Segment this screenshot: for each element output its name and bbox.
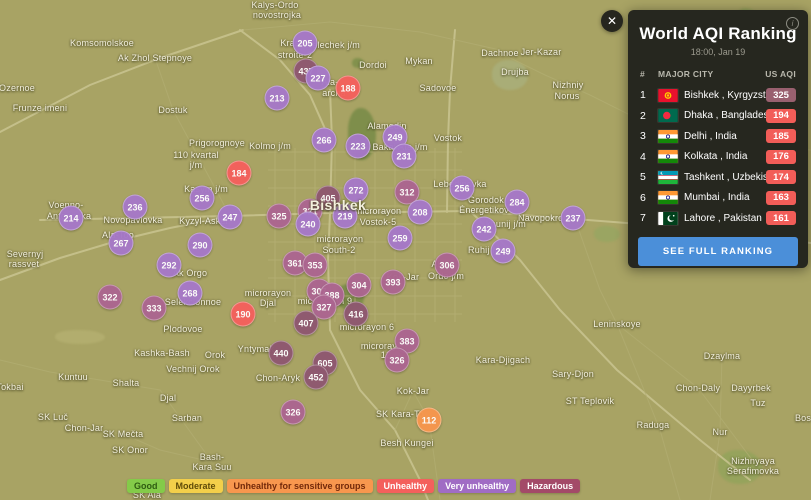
rank-cell: 7 — [640, 212, 646, 225]
rank-cell: 6 — [640, 191, 646, 204]
city-column-header: MAJOR CITY — [658, 69, 714, 79]
aqi-marker[interactable]: 208 — [407, 199, 433, 225]
aqi-badge: 185 — [766, 129, 796, 144]
country-flag-icon — [658, 211, 678, 225]
world-aqi-ranking-panel: i World AQI Ranking 18:00, Jan 19 # MAJO… — [628, 10, 808, 268]
rank-column-header: # — [640, 69, 646, 79]
city-name: Lahore , Pakistan — [684, 212, 762, 224]
city-name: Delhi , India — [684, 130, 737, 142]
aqi-marker[interactable]: 440 — [268, 340, 294, 366]
country-flag-icon — [658, 109, 678, 123]
country-flag-icon — [658, 191, 678, 205]
aqi-marker[interactable]: 249 — [490, 238, 516, 264]
aqi-marker[interactable]: 112 — [416, 407, 442, 433]
rank-cell: 3 — [640, 130, 646, 143]
panel-timestamp: 18:00, Jan 19 — [690, 47, 746, 57]
aqi-marker[interactable]: 290 — [187, 232, 213, 258]
city-name: Bishkek , Kyrgyzstan — [684, 89, 766, 101]
air-quality-map-app: Kalys-Ordo novostrojka Komsomolskoe Ak Zhol… — [0, 0, 811, 500]
legend-hazardous: Hazardous — [520, 479, 581, 493]
ranking-rows: 1 Bishkek , Kyrgyzstan325 2 Dhaka , Banglad… — [628, 85, 808, 229]
rank-cell: 4 — [640, 150, 646, 163]
aqi-marker[interactable]: 240 — [295, 211, 321, 237]
aqi-marker[interactable]: 213 — [264, 85, 290, 111]
legend-unhealthy-for-sensitive-groups: Unhealthy for sensitive groups — [226, 479, 373, 493]
ranking-row[interactable]: 3 Delhi , India 185 — [628, 126, 808, 147]
ranking-row[interactable]: 2 Dhaka , Bangladesh 194 — [628, 106, 808, 127]
aqi-marker[interactable]: 326 — [280, 399, 306, 425]
city-name: Kolkata , India — [684, 151, 748, 163]
see-full-ranking-button[interactable]: SEE FULL RANKING — [638, 236, 798, 266]
ranking-header: # MAJOR CITY US AQI — [628, 69, 808, 79]
aqi-marker[interactable]: 292 — [156, 252, 182, 278]
aqi-marker[interactable]: 259 — [387, 225, 413, 251]
aqi-badge: 176 — [766, 149, 796, 164]
rank-cell: 2 — [640, 109, 646, 122]
aqi-marker[interactable]: 231 — [391, 143, 417, 169]
city-name: Mumbai , India — [684, 192, 750, 204]
aqi-marker[interactable]: 326 — [384, 347, 410, 373]
aqi-marker[interactable]: 284 — [504, 189, 530, 215]
aqi-marker[interactable]: 256 — [449, 175, 475, 201]
legend-good: Good — [127, 479, 165, 493]
aqi-marker[interactable]: 322 — [97, 284, 123, 310]
aqi-marker[interactable]: 267 — [108, 230, 134, 256]
aqi-marker[interactable]: 223 — [345, 133, 371, 159]
ranking-row[interactable]: 5 Tashkent , Uzbekis...174 — [628, 167, 808, 188]
aqi-marker[interactable]: 236 — [122, 194, 148, 220]
aqi-badge: 163 — [766, 190, 796, 205]
panel-close-icon[interactable]: ✕ — [601, 10, 623, 32]
aqi-marker[interactable]: 190 — [230, 301, 256, 327]
aqi-marker[interactable]: 325 — [266, 203, 292, 229]
aqi-column-header: US AQI — [765, 69, 796, 79]
aqi-marker[interactable]: 188 — [335, 75, 361, 101]
legend-moderate: Moderate — [168, 479, 223, 493]
rank-cell: 1 — [640, 89, 646, 102]
aqi-marker[interactable]: 247 — [217, 204, 243, 230]
legend-very-unhealthy: Very unhealthy — [438, 479, 517, 493]
info-icon[interactable]: i — [786, 17, 799, 30]
aqi-marker[interactable]: 353 — [302, 252, 328, 278]
ranking-row[interactable]: 6 Mumbai , India 163 — [628, 188, 808, 209]
aqi-badge: 174 — [766, 170, 796, 185]
city-name: Dhaka , Bangladesh — [684, 110, 766, 122]
aqi-badge: 194 — [766, 108, 796, 123]
aqi-marker[interactable]: 452 — [303, 364, 329, 390]
aqi-marker[interactable]: 266 — [311, 127, 337, 153]
ranking-row[interactable]: 7 Lahore , Pakistan 161 — [628, 208, 808, 229]
panel-title: World AQI Ranking — [639, 24, 797, 43]
aqi-marker[interactable]: 214 — [58, 205, 84, 231]
aqi-marker[interactable]: 304 — [346, 272, 372, 298]
city-name: Tashkent , Uzbekis... — [684, 171, 766, 183]
country-flag-icon — [658, 170, 678, 184]
country-flag-icon — [658, 129, 678, 143]
aqi-badge: 161 — [766, 211, 796, 226]
ranking-row[interactable]: 4 Kolkata , India 176 — [628, 147, 808, 168]
aqi-marker[interactable]: 407 — [293, 310, 319, 336]
aqi-marker[interactable]: 416 — [343, 301, 369, 327]
country-flag-icon — [658, 88, 678, 102]
aqi-marker[interactable]: 205 — [292, 30, 318, 56]
aqi-marker[interactable]: 184 — [226, 160, 252, 186]
aqi-marker[interactable]: 256 — [189, 185, 215, 211]
aqi-marker[interactable]: 306 — [434, 252, 460, 278]
aqi-legend: Good Moderate Unhealthy for sensitive grou… — [127, 479, 581, 493]
country-flag-icon — [658, 150, 678, 164]
aqi-marker[interactable]: 237 — [560, 205, 586, 231]
ranking-row[interactable]: 1 Bishkek , Kyrgyzstan325 — [628, 85, 808, 106]
aqi-marker[interactable]: 393 — [380, 269, 406, 295]
aqi-marker[interactable]: 268 — [177, 280, 203, 306]
aqi-marker[interactable]: 333 — [141, 295, 167, 321]
aqi-marker[interactable]: 227 — [305, 65, 331, 91]
legend-unhealthy: Unhealthy — [376, 479, 435, 493]
aqi-marker[interactable]: 242 — [471, 216, 497, 242]
aqi-badge: 325 — [766, 88, 796, 103]
rank-cell: 5 — [640, 171, 646, 184]
city-label-bishkek: Bishkek — [309, 197, 367, 213]
